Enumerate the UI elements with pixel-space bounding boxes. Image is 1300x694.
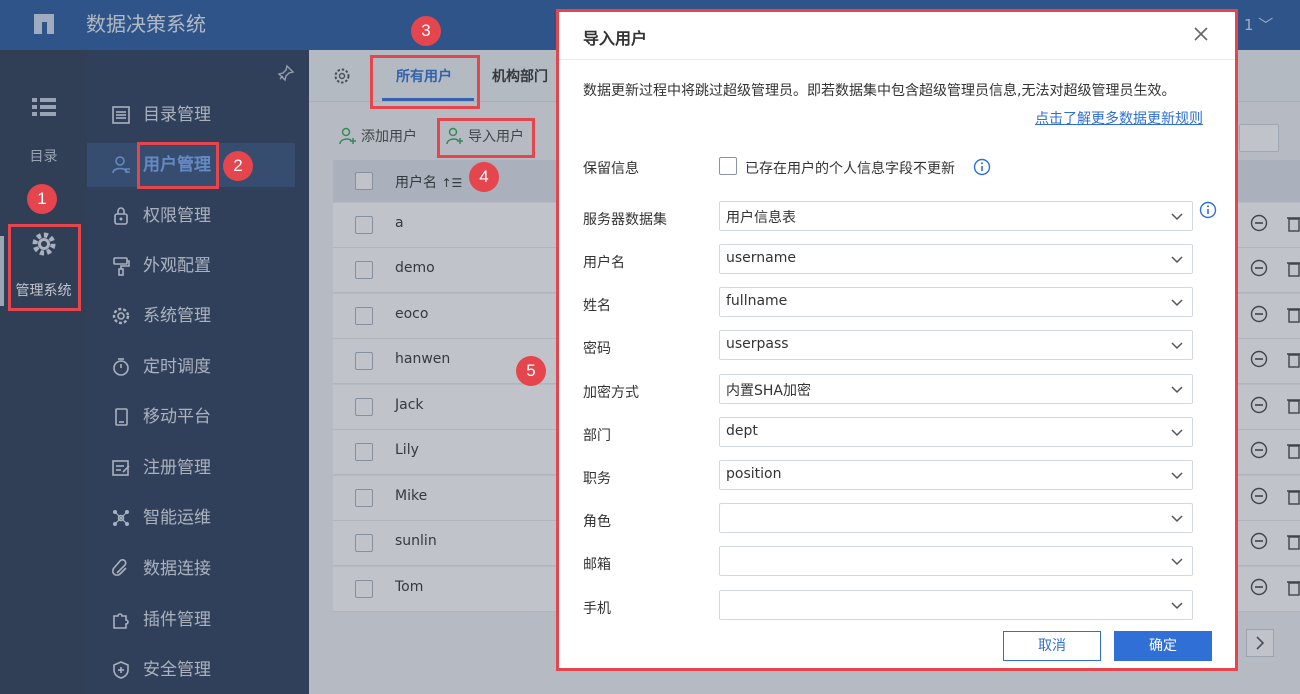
callout-3: 3 bbox=[411, 16, 441, 46]
highlight-all-users-tab bbox=[370, 55, 480, 109]
field-label: 用户名 bbox=[583, 255, 625, 271]
close-icon[interactable] bbox=[1193, 26, 1209, 42]
chevron-down-icon bbox=[1171, 558, 1183, 566]
callout-5: 5 bbox=[516, 356, 546, 386]
field-select[interactable]: username bbox=[719, 244, 1193, 274]
field-select[interactable] bbox=[719, 546, 1193, 576]
field-label: 部门 bbox=[583, 428, 611, 444]
field-label: 姓名 bbox=[583, 298, 611, 314]
field-label: 手机 bbox=[583, 601, 611, 617]
field-label: 服务器数据集 bbox=[583, 212, 667, 228]
callout-1: 1 bbox=[27, 184, 57, 214]
chevron-down-icon bbox=[1171, 602, 1183, 610]
chevron-down-icon bbox=[1171, 342, 1183, 350]
chevron-down-icon bbox=[1171, 429, 1183, 437]
field-select[interactable]: 用户信息表 bbox=[719, 201, 1193, 231]
chevron-down-icon bbox=[1171, 213, 1183, 221]
field-select[interactable]: 内置SHA加密 bbox=[719, 374, 1193, 404]
dialog-header: 导入用户 bbox=[559, 12, 1235, 60]
field-select[interactable]: dept bbox=[719, 417, 1193, 447]
dialog-note: 数据更新过程中将跳过超级管理员。即若数据集中包含超级管理员信息,无法对超级管理员… bbox=[583, 83, 1176, 99]
field-value: username bbox=[726, 250, 796, 266]
info-icon[interactable] bbox=[973, 158, 991, 176]
keep-info-label: 保留信息 bbox=[583, 161, 639, 177]
field-select[interactable]: fullname bbox=[719, 287, 1193, 317]
chevron-down-icon bbox=[1171, 299, 1183, 307]
highlight-user-management bbox=[137, 142, 219, 189]
field-label: 密码 bbox=[583, 341, 611, 357]
confirm-button[interactable]: 确定 bbox=[1114, 631, 1212, 661]
field-select[interactable] bbox=[719, 503, 1193, 533]
field-value: 用户信息表 bbox=[726, 210, 796, 226]
field-value: 内置SHA加密 bbox=[726, 383, 811, 399]
field-label: 职务 bbox=[583, 471, 611, 487]
dialog-title: 导入用户 bbox=[583, 29, 648, 48]
callout-4: 4 bbox=[469, 162, 499, 192]
field-select[interactable] bbox=[719, 590, 1193, 620]
field-label: 邮箱 bbox=[583, 557, 611, 573]
field-select[interactable]: userpass bbox=[719, 330, 1193, 360]
import-users-dialog: 导入用户 数据更新过程中将跳过超级管理员。即若数据集中包含超级管理员信息,无法对… bbox=[556, 9, 1238, 671]
field-value: userpass bbox=[726, 336, 789, 352]
highlight-import-user bbox=[437, 118, 535, 158]
info-icon[interactable] bbox=[1199, 201, 1217, 219]
chevron-down-icon bbox=[1171, 515, 1183, 523]
highlight-manage-system bbox=[8, 224, 81, 311]
keep-info-checkbox[interactable] bbox=[719, 157, 737, 175]
callout-2: 2 bbox=[223, 151, 253, 181]
field-value: fullname bbox=[726, 293, 788, 309]
field-value: position bbox=[726, 466, 782, 482]
keep-info-text: 已存在用户的个人信息字段不更新 bbox=[745, 161, 955, 177]
update-rules-link[interactable]: 点击了解更多数据更新规则 bbox=[1035, 108, 1203, 128]
chevron-down-icon bbox=[1171, 256, 1183, 264]
field-select[interactable]: position bbox=[719, 460, 1193, 490]
chevron-down-icon bbox=[1171, 386, 1183, 394]
cancel-button[interactable]: 取消 bbox=[1003, 631, 1101, 661]
field-label: 加密方式 bbox=[583, 385, 639, 401]
field-label: 角色 bbox=[583, 514, 611, 530]
field-value: dept bbox=[726, 423, 758, 439]
chevron-down-icon bbox=[1171, 472, 1183, 480]
